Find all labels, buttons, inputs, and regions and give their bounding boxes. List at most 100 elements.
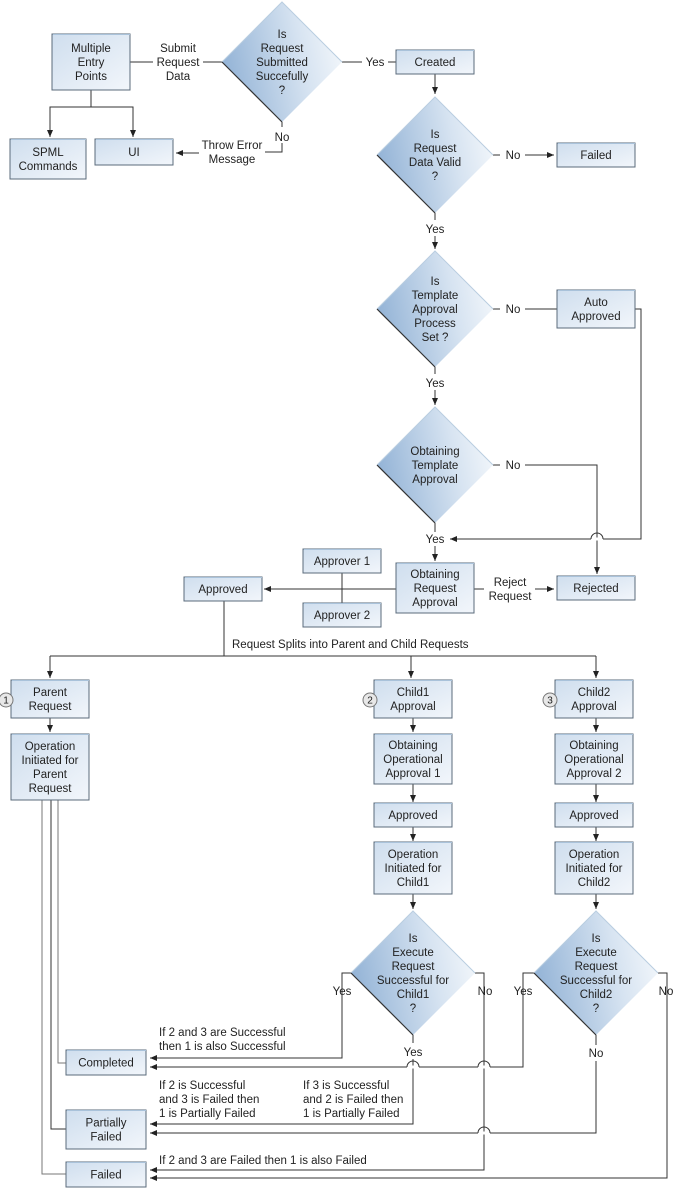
box-label: Operational [564,754,623,766]
box-label: Approver 2 [314,610,370,622]
box-label: Parent [33,687,68,699]
no-label: No [506,304,521,316]
box-approved-child1[interactable]: Approved [373,802,453,828]
box-label: Obtaining [410,569,459,581]
decision-exec-child2[interactable]: Is Execute Request Successful for Child2? [533,910,659,1036]
box-multiple-entry-points[interactable]: Multiple Entry Points [51,33,131,91]
box-label: Approval [571,701,616,713]
box-label: Parent [33,769,68,781]
connector [41,800,66,1175]
box-approver2[interactable]: Approver 2 [302,602,382,628]
submit-request-data-label: Submit [160,43,197,55]
no-label: No [478,986,493,998]
decision-label: Request [575,961,619,973]
badge-number: 3 [547,696,553,707]
decision-label: Request [392,961,436,973]
box-obtaining-request-approval[interactable]: Obtaining Request Approval [395,562,475,614]
decision-template-set[interactable]: Is Template Approval Process Set ? [376,250,494,368]
box-label: Approved [569,810,618,822]
box-label: Completed [78,1058,134,1070]
decision-label: Template [412,460,459,472]
split-label: Request Splits into Parent and Child Req… [232,639,469,651]
decision-submitted[interactable]: Is Request Submitted Succefully? [221,1,343,123]
yes-label: Yes [366,57,385,69]
step-badge-3: 3 [542,692,558,708]
box-label: Operational [383,754,442,766]
decision-template-approval[interactable]: Obtaining Template Approval [376,406,494,524]
no-label: No [506,460,521,472]
box-label: Initiated for [385,863,442,875]
decision-label: ? [432,171,438,183]
decision-label: Is [278,29,287,41]
box-label: Failed [90,1132,121,1144]
decision-label: Is [592,933,601,945]
decision-shape [534,911,658,1035]
box-label: Obtaining [388,740,437,752]
decision-label: Child1 [397,989,430,1001]
throw-error-label: Message [209,154,256,166]
yes-label: Yes [404,1047,423,1059]
yes-label: Yes [426,534,445,546]
box-approved-main[interactable]: Approved [183,576,263,602]
no-label: No [506,150,521,162]
box-label: Operation [569,849,620,861]
crossing-gap [591,537,603,541]
box-failed-bottom[interactable]: Failed [65,1161,147,1188]
box-label: Request [29,701,73,713]
connector [265,143,283,153]
decision-label: Request [261,43,305,55]
connector [47,90,92,137]
box-approver1[interactable]: Approver 1 [302,548,382,574]
box-label: Child1 [397,687,430,699]
box-label: Rejected [573,583,618,595]
box-op-child1[interactable]: Operation Initiated for Child1 [373,841,453,895]
condition-partial-a-label: If 2 is Successful [159,1080,245,1092]
decision-exec-child1[interactable]: Is Execute Request Successful for Child1? [350,910,476,1036]
box-label: Entry [78,57,105,69]
decision-label: Approval [412,474,457,486]
box-label: Multiple [71,43,111,55]
box-label: Initiated for [566,863,623,875]
box-ui[interactable]: UI [94,138,174,166]
decision-shape [351,911,475,1035]
box-op-child2[interactable]: Operation Initiated for Child2 [554,841,634,895]
box-label: Child2 [578,877,611,889]
box-child2-approval[interactable]: Child2 Approval [554,679,634,719]
no-label: No [659,986,674,998]
decision-label: Approval [412,304,457,316]
box-op-parent[interactable]: Operation Initiated for Parent Request [10,733,90,801]
box-spml-commands[interactable]: SPML Commands [9,138,87,180]
box-obtaining-op2[interactable]: Obtaining Operational Approval 2 [554,733,634,785]
box-label: Points [75,71,107,83]
box-auto-approved[interactable]: Auto Approved [556,289,636,329]
no-label: No [275,132,290,144]
box-label: Failed [580,150,611,162]
box-rejected[interactable]: Rejected [556,575,636,601]
box-shape [9,138,87,180]
decision-data-valid[interactable]: Is Request Data Valid? [376,96,494,214]
connector [91,106,136,137]
box-label: Obtaining [569,740,618,752]
box-approved-child2[interactable]: Approved [554,802,634,828]
box-label: Partially [86,1118,127,1130]
box-label: Approved [198,584,247,596]
decision-label: Submitted [256,57,308,69]
box-failed-top[interactable]: Failed [556,142,636,168]
box-completed[interactable]: Completed [65,1049,147,1076]
connector [525,464,600,574]
box-created[interactable]: Created [395,49,475,75]
condition-partial-a-label: and 3 is Failed then [159,1094,259,1106]
decision-label: Template [412,290,459,302]
box-child1-approval[interactable]: Child1 Approval [373,679,453,719]
box-obtaining-op1[interactable]: Obtaining Operational Approval 1 [373,733,453,785]
condition-partial-b-label: and 2 is Failed then [303,1094,403,1106]
condition-partial-b-label: If 3 is Successful [303,1080,389,1092]
box-label: Commands [19,161,78,173]
box-parent-request[interactable]: Parent Request [10,679,90,719]
box-partially-failed[interactable]: Partially Failed [65,1109,147,1150]
crossing-gap [478,1065,490,1069]
box-label: Request [29,783,73,795]
box-label: UI [128,147,140,159]
decision-label: Process [414,318,456,330]
submit-request-data-label: Request [157,57,201,69]
